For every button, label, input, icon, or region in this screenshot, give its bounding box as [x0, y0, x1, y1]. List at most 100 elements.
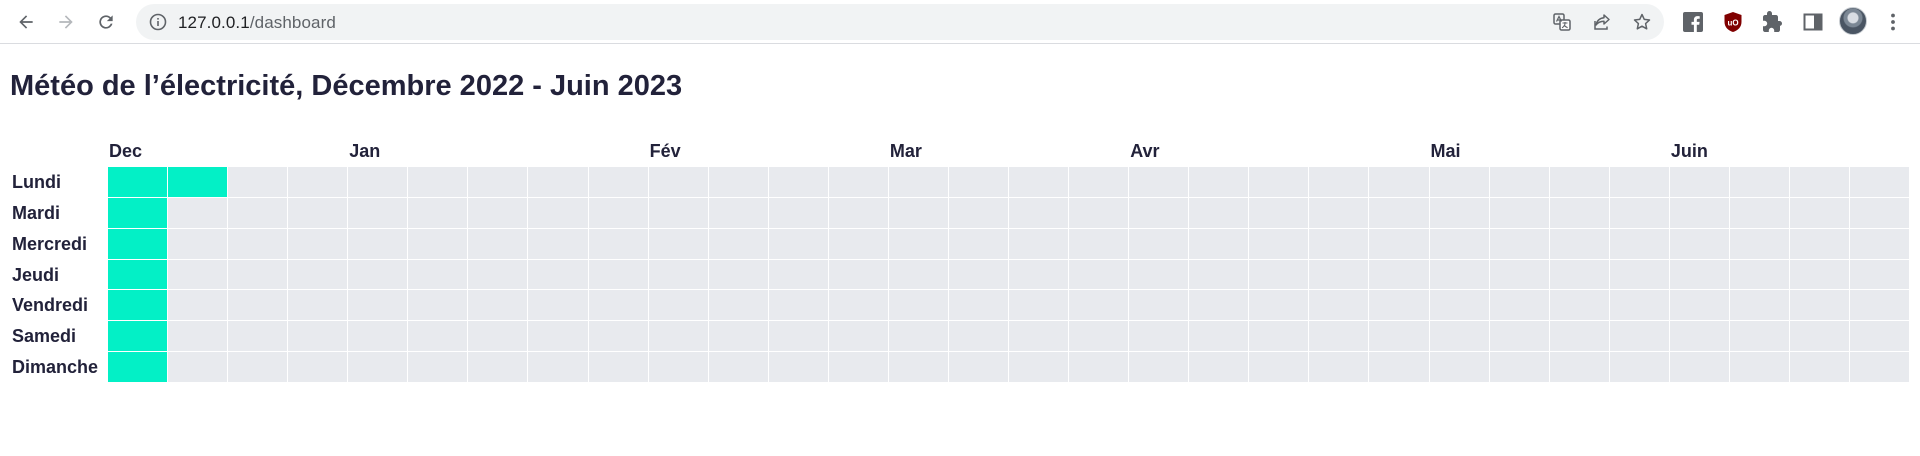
- calendar-cell: [348, 167, 408, 197]
- kebab-menu-icon[interactable]: [1880, 9, 1906, 35]
- calendar-cell: [288, 321, 348, 352]
- calendar-cell: [588, 321, 648, 352]
- calendar-cell: [228, 321, 288, 352]
- calendar-cell: [1129, 228, 1189, 259]
- calendar-cell: [768, 352, 828, 383]
- calendar-cell: [768, 321, 828, 352]
- calendar-cell: [1850, 321, 1910, 352]
- calendar-cell: [1789, 228, 1850, 259]
- puzzle-extensions-icon[interactable]: [1760, 9, 1786, 35]
- calendar-cell: [1669, 228, 1729, 259]
- calendar-cell: [1249, 352, 1309, 383]
- calendar-cell: [1129, 259, 1189, 290]
- calendar-cell: [1009, 167, 1069, 197]
- share-icon[interactable]: [1590, 10, 1614, 34]
- calendar-cell: [1850, 167, 1910, 197]
- translate-icon[interactable]: [1550, 10, 1574, 34]
- calendar-cell: [468, 197, 528, 228]
- calendar-cell: [348, 197, 408, 228]
- calendar-cell: [1789, 321, 1850, 352]
- bookmark-star-icon[interactable]: [1630, 10, 1654, 34]
- calendar-cell: [408, 290, 468, 321]
- reload-icon[interactable]: [90, 6, 122, 38]
- url-path: /dashboard: [249, 13, 336, 32]
- calendar-cell: [528, 259, 588, 290]
- calendar-cell: [1669, 167, 1729, 197]
- calendar-cell: [1009, 352, 1069, 383]
- calendar-cell: [1069, 228, 1129, 259]
- calendar-cell: [588, 228, 648, 259]
- calendar-cell: [1850, 352, 1910, 383]
- calendar-cell: [168, 290, 228, 321]
- calendar-cell: [828, 259, 888, 290]
- address-bar[interactable]: 127.0.0.1/dashboard: [136, 4, 1664, 40]
- day-label: Jeudi: [12, 264, 60, 285]
- site-info-icon[interactable]: [148, 12, 168, 32]
- month-label: Mai: [1430, 141, 1461, 161]
- calendar-cell: [468, 290, 528, 321]
- ublock-origin-icon[interactable]: uO: [1720, 9, 1746, 35]
- calendar-cell: [648, 167, 708, 197]
- calendar-cell: [528, 228, 588, 259]
- calendar-cell: [1369, 228, 1429, 259]
- calendar-cell: [1129, 352, 1189, 383]
- calendar-cell: [1069, 290, 1129, 321]
- calendar-cell: [408, 321, 468, 352]
- calendar-cell: [648, 352, 708, 383]
- calendar-cell: [528, 352, 588, 383]
- calendar-cell: [1129, 321, 1189, 352]
- day-label: Dimanche: [12, 357, 99, 378]
- browser-toolbar: 127.0.0.1/dashboard uO: [0, 0, 1920, 44]
- calendar-cell: [948, 321, 1009, 352]
- calendar-cell: [408, 259, 468, 290]
- calendar-cell: [1789, 290, 1850, 321]
- side-panel-icon[interactable]: [1800, 9, 1826, 35]
- calendar-cell: [1189, 259, 1249, 290]
- calendar-cell: [1429, 259, 1489, 290]
- calendar-cell: [1609, 290, 1669, 321]
- calendar-cell: [1309, 290, 1369, 321]
- calendar-cell: [1429, 352, 1489, 383]
- calendar-cell: [168, 259, 228, 290]
- calendar-cell: [768, 167, 828, 197]
- calendar-cell: [1429, 290, 1489, 321]
- calendar-cell: [528, 197, 588, 228]
- calendar-cell: [1429, 197, 1489, 228]
- calendar-cell: [348, 259, 408, 290]
- url-text[interactable]: 127.0.0.1/dashboard: [178, 13, 336, 33]
- calendar-cell: [948, 352, 1009, 383]
- calendar-cell: [1009, 197, 1069, 228]
- calendar-cell: [1789, 197, 1850, 228]
- calendar-cell: [528, 321, 588, 352]
- calendar-cell: [1309, 197, 1369, 228]
- month-label: Jan: [349, 141, 381, 161]
- calendar-cell: [1009, 290, 1069, 321]
- profile-avatar[interactable]: [1839, 7, 1867, 35]
- calendar-cell: [1489, 259, 1549, 290]
- facebook-extension-icon[interactable]: [1680, 9, 1706, 35]
- calendar-cell: [1309, 352, 1369, 383]
- calendar-cell: [1189, 228, 1249, 259]
- calendar-cell: [168, 321, 228, 352]
- calendar-cell: [1189, 352, 1249, 383]
- forward-arrow-icon[interactable]: [50, 6, 82, 38]
- day-label: Mardi: [12, 202, 61, 223]
- calendar-cell: [1669, 259, 1729, 290]
- calendar-cell: [168, 197, 228, 228]
- calendar-cell: [828, 321, 888, 352]
- calendar-cell: [1249, 321, 1309, 352]
- calendar-cell: [1069, 197, 1129, 228]
- calendar-cell: [648, 197, 708, 228]
- calendar-cell-filled: [108, 197, 168, 228]
- calendar-cell: [1729, 259, 1789, 290]
- calendar-cell: [948, 290, 1009, 321]
- calendar-cell: [1549, 259, 1609, 290]
- back-arrow-icon[interactable]: [10, 6, 42, 38]
- calendar-cell: [648, 228, 708, 259]
- calendar-cell: [1429, 167, 1489, 197]
- calendar-cell: [1309, 321, 1369, 352]
- url-host: 127.0.0.1: [178, 13, 250, 32]
- calendar-cell: [1609, 228, 1669, 259]
- calendar-cell: [528, 167, 588, 197]
- month-label: Juin: [1670, 141, 1708, 161]
